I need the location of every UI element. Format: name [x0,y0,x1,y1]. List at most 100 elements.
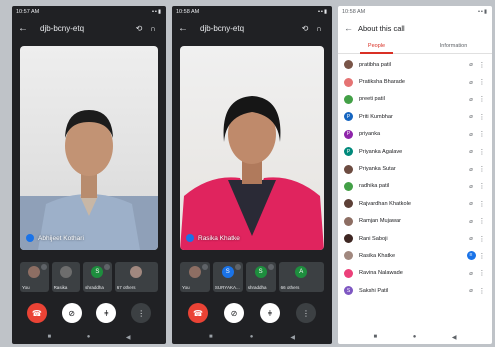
more-options-icon[interactable]: ⋮ [478,217,486,225]
participant-row[interactable]: Rani Saboji ⌀ ⋮ [338,230,492,247]
end-call-button[interactable]: ☎ [26,303,47,323]
mic-off-icon: ⌀ [469,114,473,121]
back-nav-icon[interactable]: ◀ [290,334,295,341]
participant-tile[interactable]: S SURYAKA... [212,262,243,292]
home-icon[interactable]: ● [413,334,417,340]
participant-name: Ravina Nalawade [359,270,403,277]
back-arrow-icon[interactable]: ← [344,23,358,33]
participant-row[interactable]: Ppriyanka ⌀ ⋮ [338,126,492,143]
participant-name: radhika patil [359,183,390,190]
participant-tile[interactable]: Sshraddha [245,262,276,292]
participant-name: Priti Kumbhar [359,113,393,120]
mic-off-icon [40,264,47,270]
participant-row[interactable]: Rajvardhan Khatkole ⌀ ⋮ [338,195,492,212]
more-options-icon[interactable]: ⋮ [478,165,486,173]
participant-tile[interactable]: You [180,262,210,292]
avatar: S [91,266,104,278]
participant-name: Rajvardhan Khatkole [359,200,411,207]
more-options-icon[interactable]: ⋮ [478,287,486,295]
end-call-button[interactable]: ☎ [188,303,208,323]
mic-off-icon: ⌀ [469,96,473,103]
call-top-bar: ← djb-bcny-etq ⟲ ∩ [12,18,166,38]
speaker-name: Abhijeet Kothari [38,234,84,242]
participant-row[interactable]: Priyanka Sutar ⌀ ⋮ [338,160,492,177]
meeting-code[interactable]: djb-bcny-etq [30,24,132,33]
tab-people[interactable]: People [338,38,415,54]
switch-camera-icon[interactable]: ⟲ [298,24,312,33]
more-options-icon[interactable]: ⋮ [478,130,486,138]
audio-output-icon[interactable]: ∩ [312,24,326,33]
participant-row[interactable]: pratibha patil ⌀ ⋮ [338,56,492,73]
meeting-code[interactable]: djb-bcny-etq [190,24,298,33]
more-options-icon[interactable]: ⋮ [478,78,486,86]
participant-row[interactable]: Ravina Nalawade ⌀ ⋮ [338,265,492,282]
recents-icon[interactable]: ■ [374,334,378,340]
avatar [188,266,201,278]
camera-off-button[interactable]: ⊘ [61,303,82,323]
participant-tiles: You S SURYAKA... Sshraddha A 66 others [180,262,325,292]
participant-row[interactable]: radhika patil ⌀ ⋮ [338,178,492,195]
participant-row[interactable]: Pratiksha Bharade ⌀ ⋮ [338,73,492,90]
home-icon[interactable]: ● [87,334,91,340]
participant-tile-others[interactable]: 67 others [114,262,158,292]
participant-row[interactable]: Rasika Khatke ≡ ⋮ [338,247,492,264]
speaker-portrait [20,110,158,250]
tab-information[interactable]: Information [415,38,492,53]
participant-name: pratibha patil [359,61,392,68]
back-arrow-icon[interactable]: ← [178,23,190,34]
speaker-portrait [180,96,324,250]
participant-row[interactable]: preeti patil ⌀ ⋮ [338,91,492,108]
participant-name: preeti patil [359,96,385,103]
more-options-button[interactable]: ⋮ [131,303,152,323]
participant-row[interactable]: S Sakshi Patil ⌀ ⋮ [338,282,492,299]
status-bar: 10:58 AM ▪▪▮ [172,6,332,18]
home-icon[interactable]: ● [250,334,254,340]
status-icons: ▪▪▮ [478,9,488,15]
more-options-icon[interactable]: ⋮ [478,182,486,190]
participant-tile-others[interactable]: A 66 others [278,262,325,292]
participant-tile[interactable]: Sshraddha [83,262,112,292]
participant-row[interactable]: P Priti Kumbhar ⌀ ⋮ [338,108,492,125]
recents-icon[interactable]: ■ [48,334,52,340]
mic-off-button[interactable]: ǂ [96,303,117,323]
back-nav-icon[interactable]: ◀ [126,334,131,341]
avatar [344,60,353,70]
participant-name: Rani Saboji [359,235,388,242]
recents-icon[interactable]: ■ [209,334,213,340]
more-options-icon[interactable]: ⋮ [478,95,486,103]
avatar [344,164,353,174]
back-nav-icon[interactable]: ◀ [452,334,457,341]
more-options-icon[interactable]: ⋮ [478,235,486,243]
audio-output-icon[interactable]: ∩ [146,24,160,33]
android-nav-bar: ■ ● ◀ [12,332,166,342]
more-options-icon[interactable]: ⋮ [478,200,486,208]
mic-off-button[interactable]: ǂ [260,303,280,323]
avatar [59,266,72,278]
status-time: 10:57 AM [16,9,40,15]
avatar [344,199,353,209]
participant-tile[interactable]: Rasika [51,262,81,292]
call-controls: ☎ ⊘ ǂ ⋮ [172,302,332,324]
participant-name: Ramjan Mujawar [359,218,401,225]
more-options-icon[interactable]: ⋮ [478,252,486,260]
tile-label: You [22,285,30,290]
participant-row[interactable]: P Priyanka Agalave ⌀ ⋮ [338,143,492,160]
avatar [344,181,353,191]
status-bar: 10:57 AM ▪▪▮ [12,6,166,18]
more-options-button[interactable]: ⋮ [296,303,316,323]
tile-label: You [182,285,190,290]
switch-camera-icon[interactable]: ⟲ [132,24,146,33]
status-icons: ▪▪▮ [318,9,328,15]
more-options-icon[interactable]: ⋮ [478,269,486,277]
more-options-icon[interactable]: ⋮ [478,113,486,121]
camera-off-button[interactable]: ⊘ [224,303,244,323]
participant-tile[interactable]: You [20,262,49,292]
back-arrow-icon[interactable]: ← [18,23,30,34]
participant-name: Rasika Khatke [359,252,396,259]
more-options-icon[interactable]: ⋮ [478,61,486,69]
more-options-icon[interactable]: ⋮ [478,148,486,156]
android-nav-bar: ■ ● ◀ [338,332,492,342]
participant-row[interactable]: Ramjan Mujawar ⌀ ⋮ [338,213,492,230]
status-time: 10:58 AM [342,9,366,15]
call-top-bar: ← djb-bcny-etq ⟲ ∩ [172,18,332,38]
